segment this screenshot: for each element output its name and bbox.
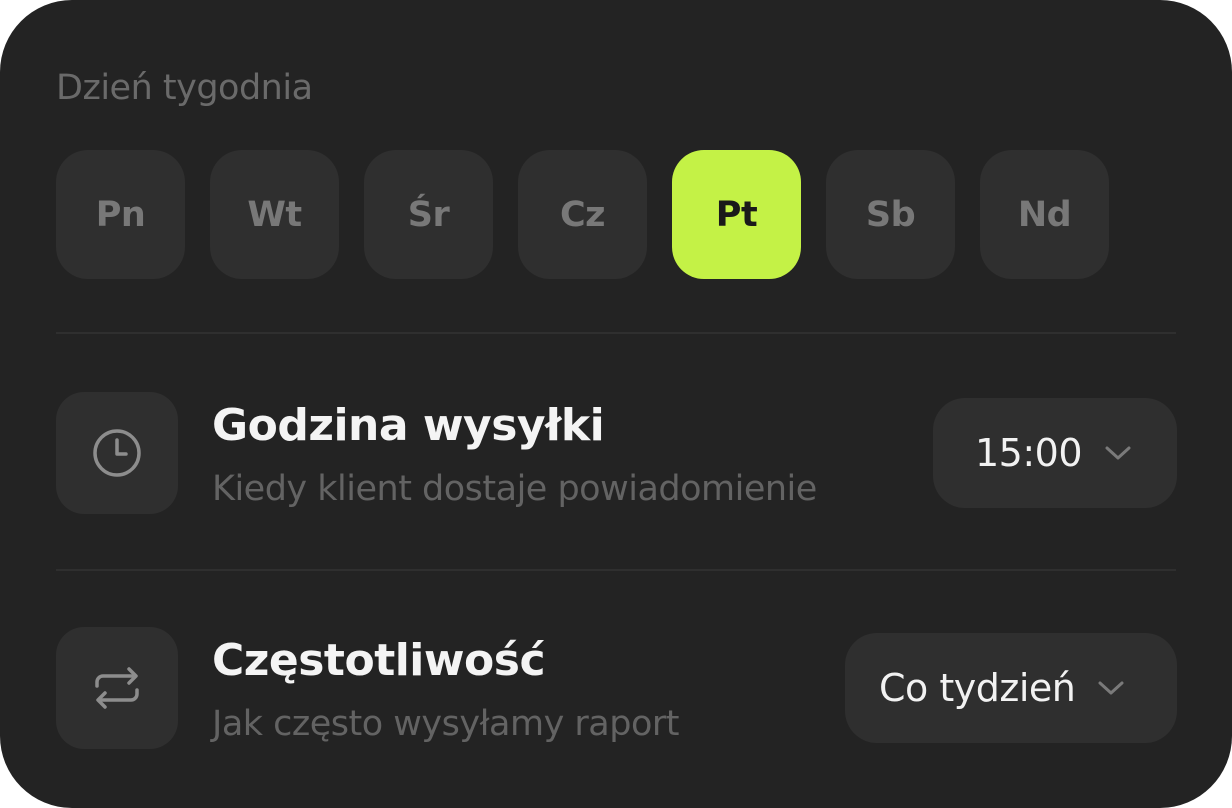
day-button-sb[interactable]: Sb bbox=[826, 150, 955, 279]
send-time-subtitle: Kiedy klient dostaje powiadomienie bbox=[212, 469, 817, 509]
frequency-subtitle: Jak często wysyłamy raport bbox=[212, 704, 680, 744]
clock-icon bbox=[93, 429, 141, 477]
week-day-label: Dzień tygodnia bbox=[56, 68, 313, 108]
day-button-wt[interactable]: Wt bbox=[210, 150, 339, 279]
frequency-value: Co tydzień bbox=[879, 666, 1076, 710]
frequency-icon-box bbox=[56, 627, 178, 749]
week-day-picker: Pn Wt Śr Cz Pt Sb Nd bbox=[56, 150, 1109, 279]
settings-card: Dzień tygodnia Pn Wt Śr Cz Pt Sb Nd Godz… bbox=[0, 0, 1232, 808]
send-time-value: 15:00 bbox=[975, 431, 1083, 475]
send-time-icon-box bbox=[56, 392, 178, 514]
send-time-select[interactable]: 15:00 bbox=[933, 398, 1177, 508]
send-time-title: Godzina wysyłki bbox=[212, 400, 605, 451]
repeat-icon bbox=[95, 667, 139, 709]
day-button-nd[interactable]: Nd bbox=[980, 150, 1109, 279]
frequency-title: Częstotliwość bbox=[212, 635, 546, 686]
divider bbox=[56, 569, 1176, 571]
day-button-pt[interactable]: Pt bbox=[672, 150, 801, 279]
day-button-sr[interactable]: Śr bbox=[364, 150, 493, 279]
chevron-down-icon bbox=[1104, 445, 1132, 461]
chevron-down-icon bbox=[1097, 680, 1125, 696]
frequency-select[interactable]: Co tydzień bbox=[845, 633, 1177, 743]
divider bbox=[56, 332, 1176, 334]
day-button-pn[interactable]: Pn bbox=[56, 150, 185, 279]
day-button-cz[interactable]: Cz bbox=[518, 150, 647, 279]
